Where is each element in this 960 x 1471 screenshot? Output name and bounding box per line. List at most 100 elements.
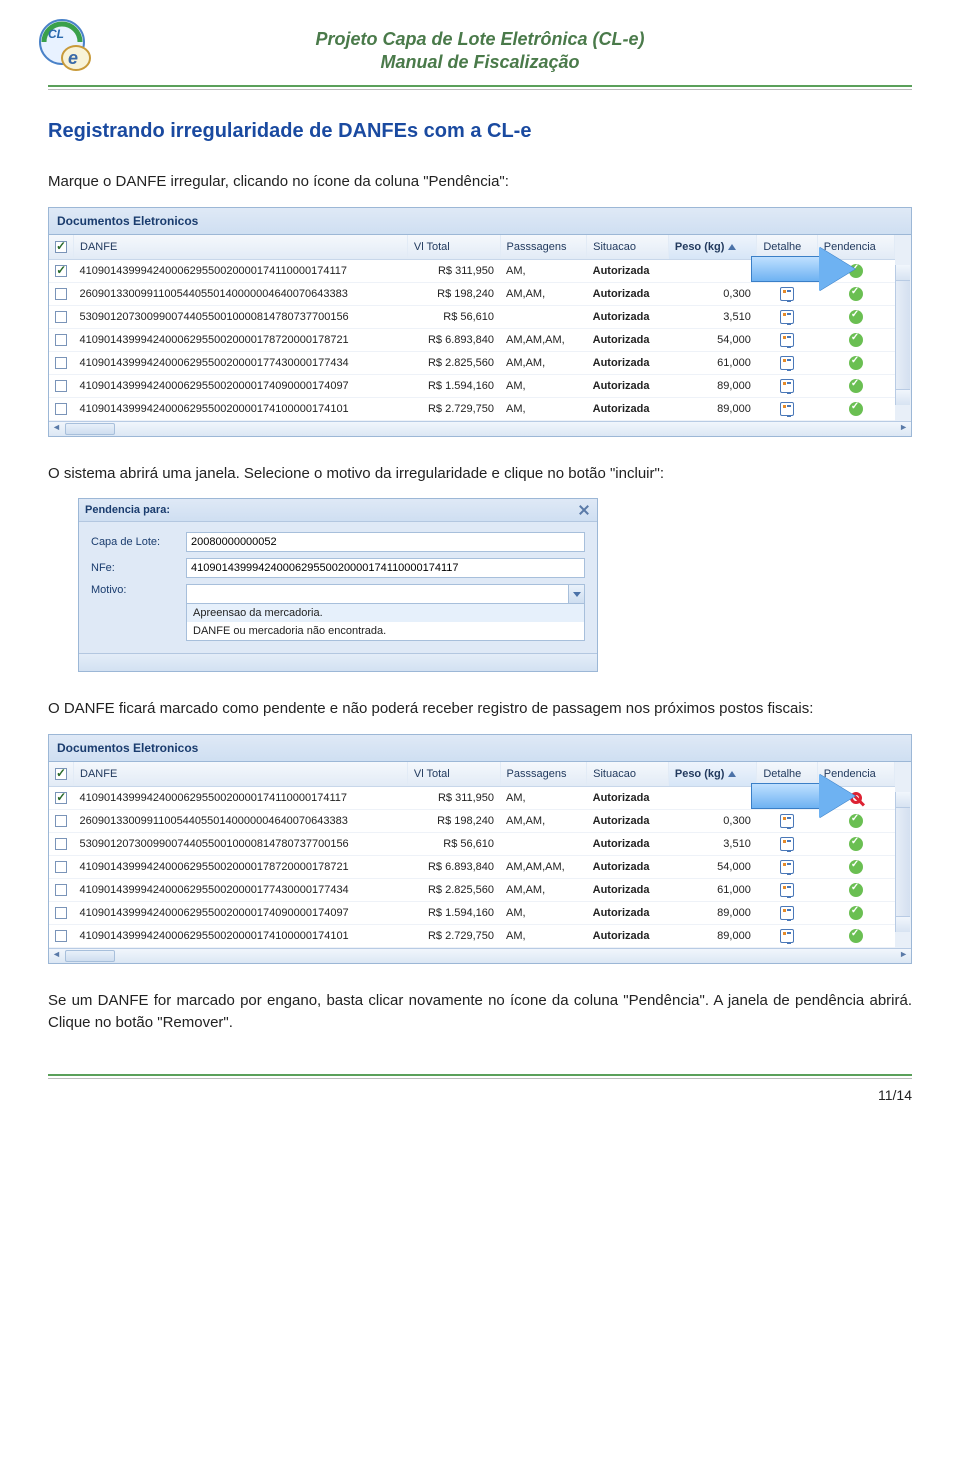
detail-icon[interactable] — [780, 860, 794, 874]
cell-passagens: AM,AM, — [500, 879, 587, 902]
col-checkbox[interactable] — [49, 762, 74, 787]
detail-icon[interactable] — [780, 402, 794, 416]
row-checkbox[interactable] — [55, 815, 67, 827]
table-row[interactable]: 4109014399942400062955002000017743000017… — [49, 351, 895, 374]
check-ok-icon[interactable] — [849, 333, 863, 347]
cell-pendencia[interactable] — [817, 902, 894, 925]
label-motivo: Motivo: — [91, 584, 186, 596]
col-vl-total[interactable]: Vl Total — [407, 235, 500, 260]
cell-detalhe[interactable] — [757, 305, 817, 328]
chevron-down-icon[interactable] — [568, 585, 584, 603]
check-ok-icon[interactable] — [849, 356, 863, 370]
row-checkbox[interactable] — [55, 792, 67, 804]
table-row[interactable]: 4109014399942400062955002000017410000017… — [49, 397, 895, 420]
col-danfe[interactable]: DANFE — [74, 762, 408, 787]
col-peso[interactable]: Peso (kg) — [668, 235, 756, 260]
detail-icon[interactable] — [780, 356, 794, 370]
cell-peso: 89,000 — [668, 902, 756, 925]
col-situacao[interactable]: Situacao — [587, 762, 669, 787]
cell-detalhe[interactable] — [757, 879, 817, 902]
cell-detalhe[interactable] — [757, 925, 817, 948]
table-row[interactable]: 4109014399942400062955002000017410000017… — [49, 925, 895, 948]
motivo-dropdown-list[interactable]: Apreensao da mercadoria. DANFE ou mercad… — [186, 604, 585, 641]
table-row[interactable]: 4109014399942400062955002000017743000017… — [49, 879, 895, 902]
cell-pendencia[interactable] — [817, 879, 894, 902]
check-ok-icon[interactable] — [849, 906, 863, 920]
row-checkbox[interactable] — [55, 907, 67, 919]
table-row[interactable]: 4109014399942400062955002000017409000017… — [49, 902, 895, 925]
col-peso[interactable]: Peso (kg) — [668, 762, 756, 787]
detail-icon[interactable] — [780, 333, 794, 347]
motivo-combobox[interactable] — [186, 584, 585, 604]
motivo-option[interactable]: DANFE ou mercadoria não encontrada. — [187, 622, 584, 640]
cell-pendencia[interactable] — [817, 374, 894, 397]
col-passagens[interactable]: Passsagens — [500, 762, 587, 787]
detail-icon[interactable] — [780, 929, 794, 943]
cell-pendencia[interactable] — [817, 925, 894, 948]
scrollbar-thumb[interactable] — [65, 423, 115, 435]
row-checkbox[interactable] — [55, 403, 67, 415]
cell-detalhe[interactable] — [757, 902, 817, 925]
horizontal-scrollbar[interactable] — [49, 948, 911, 963]
col-situacao[interactable]: Situacao — [587, 235, 669, 260]
cell-pendencia[interactable] — [817, 397, 894, 420]
table-row[interactable]: 4109014399942400062955002000017872000017… — [49, 856, 895, 879]
nfe-input[interactable] — [186, 558, 585, 578]
cell-pendencia[interactable] — [817, 833, 894, 856]
check-ok-icon[interactable] — [849, 379, 863, 393]
check-ok-icon[interactable] — [849, 310, 863, 324]
cell-pendencia[interactable] — [817, 328, 894, 351]
cell-peso — [668, 787, 756, 810]
check-ok-icon[interactable] — [849, 929, 863, 943]
cell-detalhe[interactable] — [757, 351, 817, 374]
close-icon[interactable] — [577, 503, 591, 517]
table-row[interactable]: 5309012073009900744055001000081478073770… — [49, 305, 895, 328]
detail-icon[interactable] — [780, 906, 794, 920]
detail-icon[interactable] — [780, 379, 794, 393]
vertical-scrollbar[interactable] — [895, 265, 910, 405]
cell-detalhe[interactable] — [757, 856, 817, 879]
col-vl-total[interactable]: Vl Total — [407, 762, 500, 787]
cell-detalhe[interactable] — [757, 833, 817, 856]
col-passagens[interactable]: Passsagens — [500, 235, 587, 260]
check-ok-icon[interactable] — [849, 860, 863, 874]
label-capa-de-lote: Capa de Lote: — [91, 536, 186, 548]
check-ok-icon[interactable] — [849, 883, 863, 897]
vertical-scrollbar[interactable] — [895, 792, 910, 932]
check-ok-icon[interactable] — [849, 402, 863, 416]
cell-detalhe[interactable] — [757, 328, 817, 351]
table-row[interactable]: 5309012073009900744055001000081478073770… — [49, 833, 895, 856]
row-checkbox[interactable] — [55, 334, 67, 346]
scrollbar-thumb[interactable] — [65, 950, 115, 962]
col-danfe[interactable]: DANFE — [74, 235, 408, 260]
cell-pendencia[interactable] — [817, 305, 894, 328]
cell-detalhe[interactable] — [757, 397, 817, 420]
row-checkbox[interactable] — [55, 884, 67, 896]
cell-pendencia[interactable] — [817, 856, 894, 879]
row-checkbox[interactable] — [55, 930, 67, 942]
row-checkbox[interactable] — [55, 838, 67, 850]
header-checkbox-icon[interactable] — [55, 241, 67, 253]
detail-icon[interactable] — [780, 837, 794, 851]
row-checkbox[interactable] — [55, 357, 67, 369]
cell-vl-total: R$ 56,610 — [407, 305, 500, 328]
row-checkbox[interactable] — [55, 861, 67, 873]
horizontal-scrollbar[interactable] — [49, 421, 911, 436]
header-checkbox-icon[interactable] — [55, 768, 67, 780]
row-checkbox[interactable] — [55, 265, 67, 277]
col-checkbox[interactable] — [49, 235, 74, 260]
detail-icon[interactable] — [780, 310, 794, 324]
row-checkbox[interactable] — [55, 288, 67, 300]
detail-icon[interactable] — [780, 883, 794, 897]
motivo-option[interactable]: Apreensao da mercadoria. — [187, 604, 584, 622]
cell-pendencia[interactable] — [817, 351, 894, 374]
row-checkbox[interactable] — [55, 311, 67, 323]
table-row[interactable]: 4109014399942400062955002000017872000017… — [49, 328, 895, 351]
check-ok-icon[interactable] — [849, 837, 863, 851]
table-row[interactable]: 4109014399942400062955002000017409000017… — [49, 374, 895, 397]
cell-vl-total: R$ 2.729,750 — [407, 397, 500, 420]
row-checkbox[interactable] — [55, 380, 67, 392]
cell-detalhe[interactable] — [757, 374, 817, 397]
motivo-input[interactable] — [186, 584, 585, 604]
capa-de-lote-input[interactable] — [186, 532, 585, 552]
